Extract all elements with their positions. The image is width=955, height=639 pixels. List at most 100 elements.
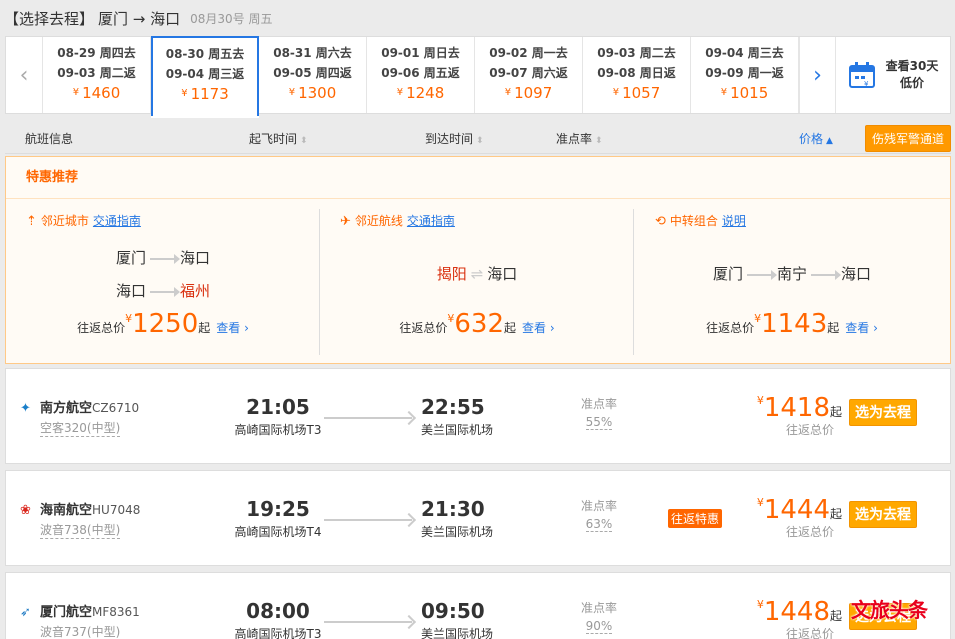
sort-departure[interactable]: 起飞时间 ⬍ [249,130,308,147]
arrival-time: 22:55 [421,395,485,419]
ontime-value[interactable]: 63% [585,517,613,532]
sort-price[interactable]: 价格 ▲ [799,130,833,147]
ontime-value[interactable]: 55% [585,415,613,430]
sort-arrival[interactable]: 到达时间 ⬍ [425,130,484,147]
promo-label: 邻近航线 [354,214,403,228]
arrival: 21:30 美兰国际机场 [411,497,511,540]
date-cell[interactable]: 09-02 周一去 09-07 周六返 ¥1097 [475,37,583,113]
china-southern-logo-icon: ✦ [20,401,31,416]
aircraft-type[interactable]: 波音738(中型) [40,521,121,539]
flight-row: ➶ 厦门航空MF8361 波音737(中型) 08:00 高崎国际机场T3 09:… [5,572,951,639]
aircraft-type[interactable]: 空客320(中型) [40,419,121,437]
view-link[interactable]: 查看 › [216,321,249,335]
return-date: 09-04 周三返 [165,67,245,81]
price-value: 1448 [763,597,830,627]
yen-symbol: ¥ [288,87,296,98]
total-label: 往返总价 [785,525,834,539]
qi-label: 起 [829,405,842,419]
arrival: 09:50 美兰国际机场 [411,599,511,639]
flight-arrow-icon [324,417,412,419]
swap-icon: ⇌ [470,265,484,283]
date-cell[interactable]: 08-29 周四去 09-03 周二返 ¥1460 [43,37,151,113]
promo-head: ⟲ 中转组合 说明 [655,212,746,229]
chevron-left-icon[interactable]: ‹ [6,37,43,113]
return-date: 09-08 周日返 [597,66,676,80]
sort-icon: ⬍ [476,136,484,146]
price-value: 1097 [514,84,553,102]
date-cell-selected[interactable]: 08-30 周五去 09-04 周三返 ¥1173 [151,36,259,118]
yen-symbol: ¥ [756,598,764,611]
yen-symbol: ¥ [612,87,620,98]
guide-link[interactable]: 交通指南 [93,214,141,228]
view-link[interactable]: 查看 › [845,321,878,335]
date-cell[interactable]: 09-04 周三去 09-09 周一返 ¥1015 [691,37,799,113]
select-outbound-button[interactable]: 选为去程 [849,501,917,528]
departure-time: 21:05 [246,395,310,419]
aircraft-type[interactable]: 波音737(中型) [40,623,120,639]
flight-arrow-icon [324,621,412,623]
city: 南宁 [776,265,807,283]
sort-icon: ⬍ [595,136,603,146]
sort-up-icon: ▲ [826,136,833,146]
total-label: 往返总价 [785,627,834,639]
flight-number: HU7048 [92,503,141,517]
arrival-airport: 美兰国际机场 [421,423,494,437]
military-channel-button[interactable]: 伤残军警通道 [864,125,951,152]
date-label: 08月30号 周五 [190,11,273,26]
return-date: 09-06 周五返 [381,66,460,80]
date-price: ¥1057 [583,83,690,103]
city: 海口 [487,265,518,283]
airline-info: ➶ 厦门航空MF8361 [20,601,140,620]
view-label: 查看 [522,321,547,335]
promo-label: 邻近城市 [40,214,89,228]
date-cell[interactable]: 09-01 周日去 09-06 周五返 ¥1248 [367,37,475,113]
city: 海口 [115,282,146,300]
calendar-lowprice-button[interactable]: ¥ 查看30天 低价 [836,37,950,113]
svg-text:¥: ¥ [864,80,869,88]
price-value: 1143 [761,309,828,339]
yen-symbol: ¥ [756,496,764,509]
flight-number: MF8361 [92,605,140,619]
date-cell[interactable]: 08-31 周六去 09-05 周四返 ¥1300 [259,37,367,113]
price-value: 1173 [190,85,229,103]
chevron-right-icon[interactable]: › [799,37,836,113]
view-label: 查看 [845,321,870,335]
flight-row: ✦ 南方航空CZ6710 空客320(中型) 21:05 高崎国际机场T3 22:… [5,368,951,464]
yen-symbol: ¥ [720,87,728,98]
view-link[interactable]: 查看 › [522,321,555,335]
xiamen-airlines-logo-icon: ➶ [20,605,31,620]
explain-link[interactable]: 说明 [722,214,746,228]
arrow-right-icon [811,269,841,280]
total-label: 往返总价 [77,321,126,335]
promo-label: 中转组合 [669,214,718,228]
qi-label: 起 [829,609,842,623]
departure-airport: 高崎国际机场T3 [234,627,322,639]
total-label: 往返总价 [785,423,834,437]
outbound-date: 09-02 周一去 [489,46,568,60]
date-cell[interactable]: 09-03 周二去 09-08 周日返 ¥1057 [583,37,691,113]
sort-ontime[interactable]: 准点率 ⬍ [556,130,603,147]
flight-price: ¥1448起 往返总价 [746,597,842,639]
departure: 08:00 高崎国际机场T3 [228,599,328,639]
departure: 21:05 高崎国际机场T3 [228,395,328,438]
city-highlight: 福州 [180,282,211,300]
price-value: 1418 [763,393,830,423]
select-outbound-button[interactable]: 选为去程 [849,399,917,426]
arrival: 22:55 美兰国际机场 [411,395,511,438]
price-value: 1444 [763,495,830,525]
yen-symbol: ¥ [504,87,512,98]
nearby-route-icon: ✈ [340,214,351,229]
sort-bar: 航班信息 起飞时间 ⬍ 到达时间 ⬍ 准点率 ⬍ 价格 ▲ 伤残军警通道 [5,122,951,154]
outbound-date: 09-04 周三去 [705,46,784,60]
arrival-airport: 美兰国际机场 [421,525,494,539]
ontime-value[interactable]: 90% [585,619,613,634]
date-price: ¥1015 [691,83,798,103]
arrow-right-icon [746,269,777,280]
promo-route: 揭阳 ⇌ 海口 [320,263,634,284]
col-flight-info: 航班信息 [25,132,74,146]
outbound-date: 09-03 周二去 [597,46,676,60]
city: 海口 [180,249,211,267]
date-price: ¥1300 [259,83,366,103]
promo-route: 海口 福州 [6,280,320,301]
guide-link[interactable]: 交通指南 [407,214,455,228]
